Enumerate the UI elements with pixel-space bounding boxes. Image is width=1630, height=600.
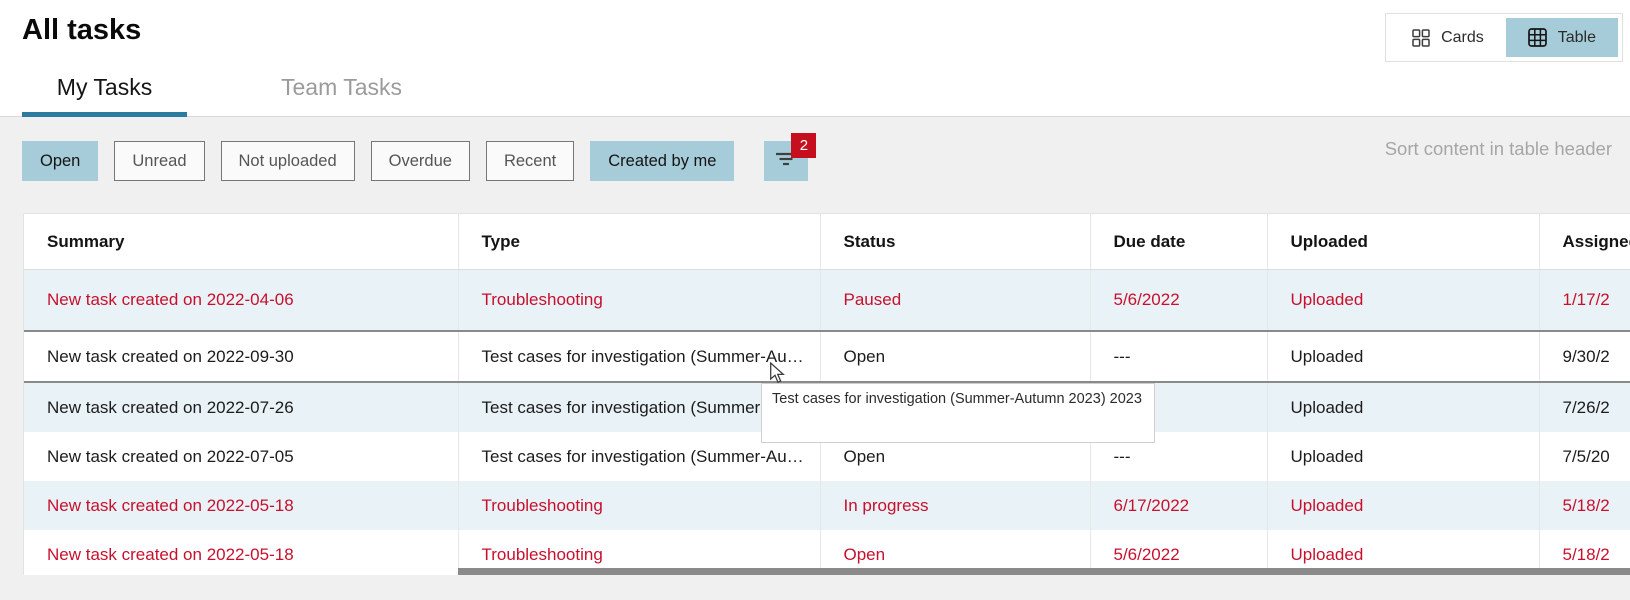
tab-my-tasks[interactable]: My Tasks [22,74,187,117]
cell-assigned: 7/26/2 [1539,382,1630,432]
column-header-summary[interactable]: Summary [24,214,458,270]
cards-icon [1412,29,1430,47]
cell-summary: New task created on 2022-05-18 [24,481,458,530]
column-header-status[interactable]: Status [820,214,1090,270]
cell-type: Troubleshooting [458,270,820,332]
cell-summary: New task created on 2022-04-06 [24,270,458,332]
table-label: Table [1558,29,1596,47]
horizontal-scrollbar-thumb[interactable] [458,568,1630,575]
cell-assigned: 9/30/2 [1539,331,1630,382]
table-row[interactable]: New task created on 2022-09-30Test cases… [24,331,1630,382]
cell-assigned: 5/18/2 [1539,481,1630,530]
cell-assigned: 1/17/2 [1539,270,1630,332]
cards-label: Cards [1441,29,1484,47]
cell-summary: New task created on 2022-05-18 [24,530,458,575]
page-title: All tasks [22,14,141,47]
cell-uploaded: Uploaded [1267,270,1539,332]
cell-status: Paused [820,270,1090,332]
top-bar: All tasks Cards [0,0,1630,117]
tooltip: Test cases for investigation (Summer-Aut… [761,383,1155,443]
filter-chip-recent[interactable]: Recent [486,141,574,181]
cell-summary: New task created on 2022-07-05 [24,432,458,481]
view-toggle: Cards Table [1385,13,1623,62]
cell-summary: New task created on 2022-07-26 [24,382,458,432]
filter-chip-unread[interactable]: Unread [114,141,204,181]
filter-chip-created-by-me[interactable]: Created by me [590,141,734,181]
tabs: My Tasks Team Tasks [22,74,424,117]
cell-uploaded: Uploaded [1267,432,1539,481]
cell-status: In progress [820,481,1090,530]
mouse-cursor [769,362,785,389]
column-header-type[interactable]: Type [458,214,820,270]
column-header-due-date[interactable]: Due date [1090,214,1267,270]
cell-assigned: 7/5/20 [1539,432,1630,481]
cell-summary: New task created on 2022-09-30 [24,331,458,382]
column-header-uploaded[interactable]: Uploaded [1267,214,1539,270]
table-row[interactable]: New task created on 2022-04-06Troublesho… [24,270,1630,332]
sort-hint-label: Sort content in table header [1385,138,1612,160]
table-button[interactable]: Table [1506,18,1618,57]
table-icon [1528,28,1547,47]
filter-chip-not-uploaded[interactable]: Not uploaded [221,141,355,181]
cell-type: Test cases for investigation (Summer-Aut… [458,331,820,382]
table-header-row: Summary Type Status Due date Uploaded As… [24,214,1630,270]
column-header-assigned[interactable]: Assigned [1539,214,1630,270]
filter-chip-overdue[interactable]: Overdue [371,141,470,181]
cards-button[interactable]: Cards [1390,18,1506,57]
tab-team-tasks[interactable]: Team Tasks [259,74,424,117]
cell-type: Troubleshooting [458,481,820,530]
table-row[interactable]: New task created on 2022-05-18Troublesho… [24,481,1630,530]
cell-due: 6/17/2022 [1090,481,1267,530]
filter-chip-open[interactable]: Open [22,141,98,181]
cell-uploaded: Uploaded [1267,481,1539,530]
filter-bar: Open Unread Not uploaded Overdue Recent … [22,141,808,181]
cell-due: --- [1090,331,1267,382]
cell-status: Open [820,331,1090,382]
filter-count-badge: 2 [791,133,816,158]
cell-due: 5/6/2022 [1090,270,1267,332]
cell-uploaded: Uploaded [1267,382,1539,432]
cell-uploaded: Uploaded [1267,331,1539,382]
